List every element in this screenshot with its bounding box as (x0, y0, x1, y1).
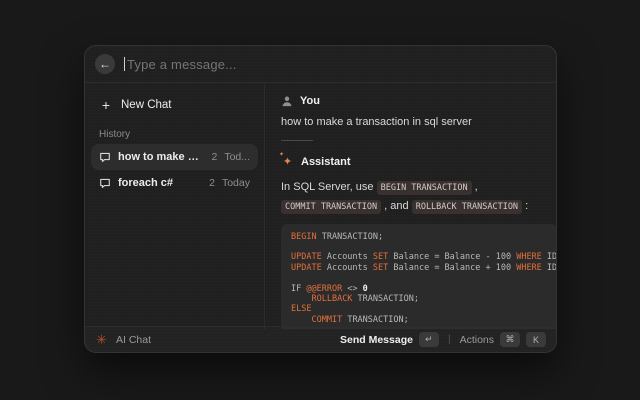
code-line: UPDATE Accounts SET Balance = Balance + … (291, 263, 547, 273)
assistant-message-header: ✦✦ Assistant (281, 155, 547, 168)
message-input[interactable]: Type a message... (127, 57, 237, 72)
history-item-count: 2 (209, 177, 215, 189)
paragraph-text: , and (381, 200, 412, 212)
footer-separator: | (448, 334, 451, 345)
user-avatar-icon (281, 95, 293, 107)
user-label: You (300, 95, 320, 107)
history-item-title: foreach c# (118, 177, 202, 189)
assistant-label: Assistant (301, 156, 351, 168)
desktop-background: ← Type a message... + New Chat History (0, 0, 640, 400)
history-item-count: 2 (211, 151, 217, 163)
new-chat-label: New Chat (121, 99, 172, 111)
main-area: + New Chat History how to make a transa.… (85, 83, 556, 329)
code-line: ELSE (291, 304, 547, 314)
paragraph-text: : (522, 200, 528, 212)
code-line: BEGIN TRANSACTION; (291, 232, 547, 242)
chat-bubble-icon (99, 151, 111, 163)
message-divider (281, 140, 313, 141)
actions-button[interactable]: Actions (460, 334, 494, 346)
cmd-key-badge[interactable]: ⌘ (500, 332, 520, 347)
app-name: AI Chat (116, 334, 151, 346)
footer-actions: Send Message ↵ | Actions ⌘ K (340, 332, 546, 347)
sql-code-block[interactable]: BEGIN TRANSACTION; UPDATE Accounts SET B… (281, 224, 556, 330)
inline-code-chip: ROLLBACK TRANSACTION (412, 200, 522, 214)
history-item-date: Tod... (224, 151, 250, 163)
code-line: ROLLBACK TRANSACTION; (291, 294, 547, 304)
history-item-date: Today (222, 177, 250, 189)
back-button[interactable]: ← (95, 54, 115, 74)
code-line: UPDATE Accounts SET Balance = Balance - … (291, 252, 547, 262)
inline-code-chip: BEGIN TRANSACTION (377, 181, 472, 195)
history-item-foreach[interactable]: foreach c# 2 Today (91, 170, 258, 196)
assistant-intro-paragraph: In SQL Server, use BEGIN TRANSACTION , C… (281, 178, 547, 217)
message-input-bar: ← Type a message... (85, 46, 556, 83)
code-line (291, 273, 547, 283)
code-line (291, 242, 547, 252)
back-arrow-icon: ← (99, 58, 111, 70)
ai-chat-window: ← Type a message... + New Chat History (84, 45, 557, 353)
history-section-label: History (91, 119, 258, 144)
history-item-sql-transaction[interactable]: how to make a transa... 2 Tod... (91, 144, 258, 170)
text-caret (124, 57, 125, 71)
user-message-text: how to make a transaction in sql server (281, 116, 547, 128)
paragraph-text: , (472, 181, 478, 193)
return-key-badge[interactable]: ↵ (419, 332, 439, 347)
new-chat-button[interactable]: + New Chat (91, 91, 258, 119)
paragraph-text: In SQL Server, use (281, 181, 377, 193)
raycast-logo-icon: ✳ (95, 333, 108, 346)
code-line: COMMIT TRANSACTION; (291, 315, 547, 325)
chat-bubble-icon (99, 177, 111, 189)
chat-pane: You how to make a transaction in sql ser… (265, 83, 556, 329)
send-message-button[interactable]: Send Message (340, 334, 413, 346)
status-bar: ✳ AI Chat Send Message ↵ | Actions ⌘ K (85, 326, 556, 352)
plus-icon: + (99, 97, 113, 113)
history-item-title: how to make a transa... (118, 151, 204, 163)
user-message-header: You (281, 95, 547, 107)
sidebar: + New Chat History how to make a transa.… (85, 83, 265, 329)
code-line: IF @@ERROR <> 0 (291, 284, 547, 294)
inline-code-chip: COMMIT TRANSACTION (281, 200, 381, 214)
k-key-badge[interactable]: K (526, 332, 546, 347)
sparkle-icon: ✦✦ (281, 155, 294, 168)
